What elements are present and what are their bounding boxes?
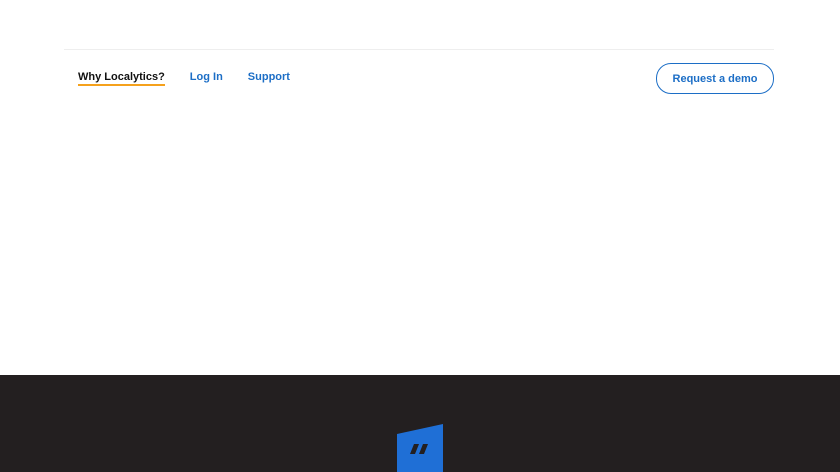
quote-icon — [397, 424, 443, 472]
nav-link-why-localytics[interactable]: Why Localytics? — [78, 70, 165, 86]
page: Why Localytics? Log In Support Request a… — [0, 0, 840, 472]
nav-link-log-in[interactable]: Log In — [190, 70, 223, 84]
request-demo-button[interactable]: Request a demo — [656, 63, 774, 94]
top-divider — [64, 49, 774, 50]
main-nav: Why Localytics? Log In Support — [78, 70, 315, 86]
nav-link-support[interactable]: Support — [248, 70, 290, 84]
